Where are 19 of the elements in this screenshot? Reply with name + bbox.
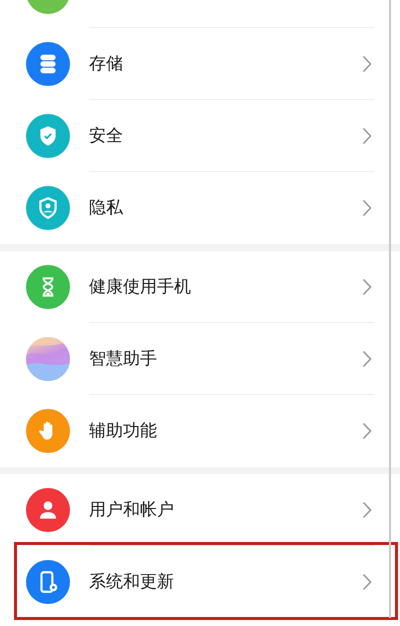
settings-label: 安全	[89, 125, 124, 148]
chevron-right-icon	[362, 278, 372, 296]
chevron-right-icon	[362, 573, 372, 591]
settings-label: 存储	[89, 53, 124, 76]
settings-item[interactable]: 隐私	[0, 172, 400, 244]
settings-label: 健康使用手机	[89, 276, 192, 298]
settings-label: 隐私	[89, 197, 124, 220]
settings-label: 辅助功能	[89, 420, 158, 442]
chevron-right-icon	[362, 55, 372, 73]
chevron-right-icon	[362, 422, 372, 440]
chevron-right-icon	[362, 127, 372, 145]
settings-label: 用户和帐户	[89, 499, 175, 522]
chevron-right-icon	[362, 501, 372, 519]
chevron-right-icon	[362, 350, 372, 368]
settings-label: 智慧助手	[89, 348, 158, 370]
settings-item[interactable]: 系统和更新	[0, 546, 400, 618]
settings-label: 系统和更新	[89, 571, 175, 594]
chevron-right-icon	[362, 199, 372, 217]
settings-item[interactable]: 辅助功能	[0, 395, 400, 467]
